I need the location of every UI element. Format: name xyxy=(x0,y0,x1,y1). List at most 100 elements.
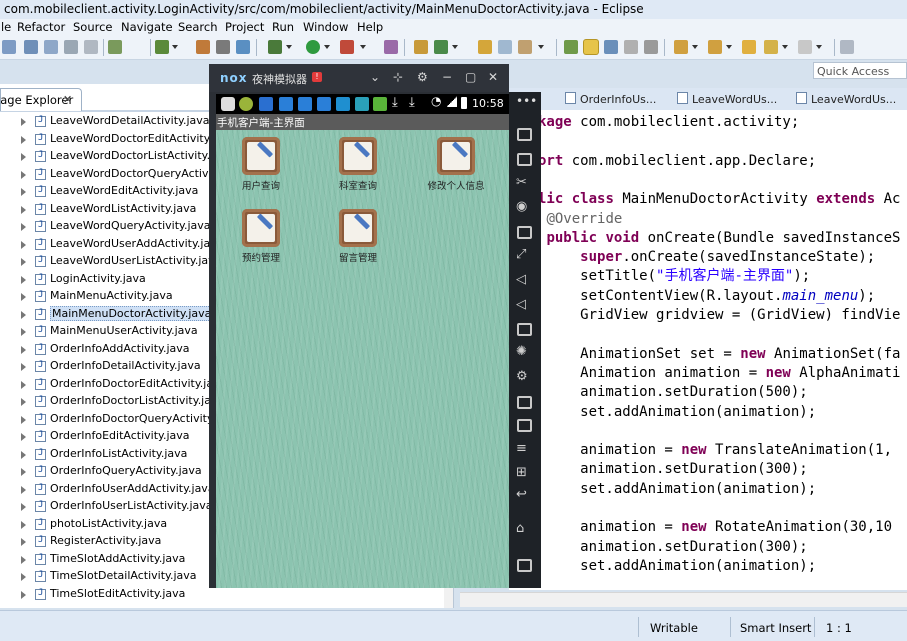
menu-lines-icon[interactable]: ≡ xyxy=(516,441,527,456)
chevron-right-icon[interactable] xyxy=(21,153,26,161)
code-line[interactable]: animation.setDuration(500); xyxy=(538,383,808,402)
show-whitespace-icon[interactable] xyxy=(624,40,638,54)
gear-icon[interactable]: ⚙ xyxy=(417,70,428,84)
scissors-icon[interactable]: ✂ xyxy=(516,175,527,190)
chevron-right-icon[interactable] xyxy=(21,485,26,494)
pin-editor-icon[interactable] xyxy=(840,40,854,54)
chevron-right-icon[interactable] xyxy=(21,258,26,266)
chevron-right-icon[interactable] xyxy=(21,345,26,354)
block-select-icon[interactable] xyxy=(604,40,618,54)
toggle-mark-icon[interactable] xyxy=(564,40,578,54)
save-icon[interactable] xyxy=(24,40,38,54)
chevron-right-icon[interactable] xyxy=(21,520,26,529)
maximize-icon[interactable]: ▢ xyxy=(465,70,476,84)
chevron-down-icon[interactable] xyxy=(782,45,788,49)
chevron-right-icon[interactable] xyxy=(21,363,26,371)
run-icon[interactable] xyxy=(306,40,320,54)
app-appointment-manage[interactable]: 预约管理 xyxy=(226,209,296,264)
keyboard-icon[interactable] xyxy=(517,226,532,239)
app-user-query[interactable]: 用户查询 xyxy=(226,137,296,192)
robot-icon[interactable] xyxy=(517,153,532,166)
chevron-right-icon[interactable] xyxy=(21,590,26,599)
chevron-right-icon[interactable] xyxy=(21,240,26,249)
code-line[interactable]: set.addAnimation(animation); xyxy=(538,403,816,422)
chevron-right-icon[interactable] xyxy=(21,538,26,546)
chevron-right-icon[interactable] xyxy=(21,310,26,319)
menu-refactor[interactable]: Refactor xyxy=(17,20,65,34)
code-line[interactable]: AnimationSet set = new AnimationSet(fa xyxy=(538,345,900,364)
new-java-project-icon[interactable] xyxy=(414,40,428,54)
status-insert-mode[interactable]: Smart Insert xyxy=(740,621,811,635)
coverage-icon[interactable] xyxy=(384,40,398,54)
print-icon[interactable] xyxy=(64,40,78,54)
location-icon[interactable]: ◉ xyxy=(516,199,527,214)
external-tools-icon[interactable] xyxy=(340,40,354,54)
menu-file[interactable]: File xyxy=(0,20,11,34)
open-type-icon[interactable] xyxy=(498,40,512,54)
fullscreen-icon[interactable]: ⤢ xyxy=(516,247,526,262)
chevron-right-icon[interactable] xyxy=(21,503,26,511)
code-line[interactable]: ort com.mobileclient.app.Declare; xyxy=(538,152,816,171)
chevron-right-icon[interactable] xyxy=(21,415,26,424)
back-arrow-icon[interactable] xyxy=(764,40,778,54)
app-department-query[interactable]: 科室查询 xyxy=(323,137,393,192)
close-icon[interactable]: ✕ xyxy=(63,93,72,106)
chevron-down-icon[interactable] xyxy=(726,45,732,49)
menu-window[interactable]: Window xyxy=(303,20,348,34)
highlight-icon[interactable] xyxy=(584,40,598,54)
chevron-right-icon[interactable] xyxy=(21,573,26,581)
chevron-right-icon[interactable] xyxy=(21,468,26,476)
multi-instance-icon[interactable] xyxy=(517,396,532,409)
menu-navigate[interactable]: Navigate xyxy=(121,20,173,34)
code-line[interactable]: setContentView(R.layout.main_menu); xyxy=(538,287,875,306)
horizontal-scrollbar[interactable] xyxy=(460,592,907,607)
rotate-screen-icon[interactable] xyxy=(517,128,532,141)
code-line[interactable]: animation.setDuration(300); xyxy=(538,538,808,557)
app-edit-profile[interactable]: 修改个人信息 xyxy=(421,137,491,192)
chevron-down-icon[interactable] xyxy=(692,45,698,49)
chevron-down-icon[interactable] xyxy=(324,45,330,49)
tab-editor-file[interactable]: LeaveWordUs... xyxy=(677,92,777,106)
app-message-manage[interactable]: 留言管理 xyxy=(323,209,393,264)
code-line[interactable]: animation = new TranslateAnimation(1, xyxy=(538,441,892,460)
menu-help[interactable]: Help xyxy=(357,20,383,34)
chevron-down-icon[interactable]: ⌄ xyxy=(370,70,380,84)
chevron-right-icon[interactable] xyxy=(21,380,26,389)
prev-annotation-icon[interactable] xyxy=(708,40,722,54)
notification-badge-icon[interactable]: ! xyxy=(312,72,322,82)
chevron-right-icon[interactable] xyxy=(21,275,26,284)
list-item[interactable]: TimeSlotEditActivity.java xyxy=(0,586,453,603)
chevron-down-icon[interactable] xyxy=(538,45,544,49)
chevron-down-icon[interactable] xyxy=(360,45,366,49)
code-line[interactable]: setTitle("手机客户端-主界面"); xyxy=(538,267,810,286)
chevron-right-icon[interactable] xyxy=(21,205,26,214)
chevron-right-icon[interactable] xyxy=(21,170,26,179)
chevron-down-icon[interactable] xyxy=(452,45,458,49)
open-folder-icon[interactable] xyxy=(478,40,492,54)
back-icon[interactable]: ↩ xyxy=(516,487,527,502)
search-icon[interactable] xyxy=(518,40,532,54)
code-line[interactable]: super.onCreate(savedInstanceState); xyxy=(538,248,875,267)
quick-access-input[interactable]: Quick Access xyxy=(813,62,907,79)
chevron-right-icon[interactable] xyxy=(21,188,26,196)
menu-source[interactable]: Source xyxy=(73,20,113,34)
code-line[interactable]: public void onCreate(Bundle savedInstanc… xyxy=(538,229,900,248)
save-all-icon[interactable] xyxy=(44,40,58,54)
chevron-right-icon[interactable] xyxy=(21,135,26,144)
android-sdk-icon[interactable] xyxy=(196,40,210,54)
menu-search[interactable]: Search xyxy=(178,20,218,34)
tab-editor-file[interactable]: OrderInfoUs... xyxy=(565,92,656,106)
avd-manager-icon[interactable] xyxy=(216,40,230,54)
chevron-down-icon[interactable] xyxy=(172,45,178,49)
code-line[interactable]: kage com.mobileclient.activity; xyxy=(538,113,799,132)
chevron-right-icon[interactable] xyxy=(21,398,26,406)
paragraph-icon[interactable] xyxy=(644,40,658,54)
checkbox-task-icon[interactable] xyxy=(155,40,169,54)
screenshot-icon[interactable] xyxy=(517,419,532,432)
chevron-right-icon[interactable] xyxy=(21,450,26,459)
pin-icon[interactable]: ⊹ xyxy=(393,70,403,84)
chevron-down-icon[interactable] xyxy=(286,45,292,49)
tab-editor-file[interactable]: LeaveWordUs... xyxy=(796,92,896,106)
recent-apps-icon[interactable] xyxy=(517,559,532,572)
install-apk-icon[interactable] xyxy=(517,323,532,336)
